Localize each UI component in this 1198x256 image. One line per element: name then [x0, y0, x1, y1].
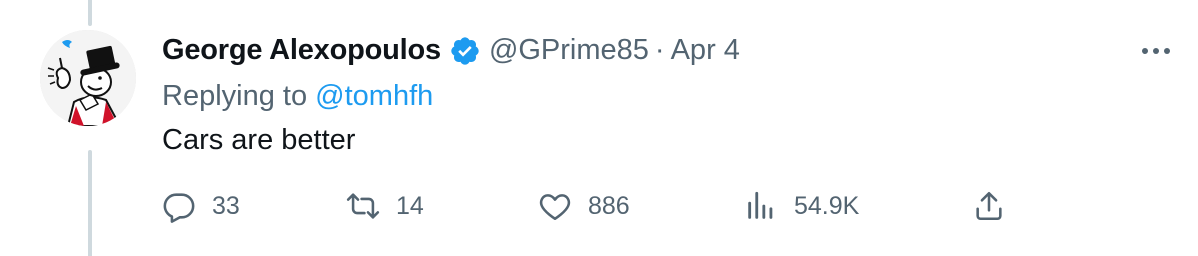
more-options-icon — [1142, 48, 1170, 54]
tweet-date[interactable]: Apr 4 — [671, 34, 740, 67]
views-button[interactable]: 54.9K — [744, 186, 859, 226]
tweet-text: Cars are better — [162, 124, 356, 156]
more-options-button[interactable] — [1138, 38, 1174, 64]
replying-to-label: Replying to — [162, 80, 308, 112]
replying-to-line: Replying to @tomhfh — [162, 80, 433, 113]
views-count: 54.9K — [794, 191, 860, 220]
retweet-count: 14 — [396, 191, 424, 220]
header-separator: · — [654, 34, 665, 66]
author-display-name[interactable]: George Alexopoulos — [162, 34, 441, 67]
thread-line-bottom — [88, 150, 92, 256]
verified-badge-icon[interactable] — [449, 35, 481, 67]
top-hat-gentleman-avatar-icon — [40, 30, 136, 126]
author-handle[interactable]: @GPrime85 — [489, 34, 649, 67]
heart-icon — [539, 194, 571, 221]
tweet-header: George Alexopoulos @GPrime85 · Apr 4 — [162, 34, 740, 67]
retweet-button[interactable]: 14 — [346, 186, 424, 226]
share-button[interactable] — [972, 186, 1006, 226]
reply-button[interactable]: 33 — [162, 186, 240, 226]
retweet-icon — [346, 193, 380, 219]
reply-mention-link[interactable]: @tomhfh — [315, 80, 433, 112]
thread-line-top — [88, 0, 92, 26]
like-count: 886 — [588, 191, 630, 220]
reply-count: 33 — [212, 191, 240, 220]
avatar[interactable] — [40, 30, 136, 126]
views-chart-icon — [748, 191, 773, 219]
like-button[interactable]: 886 — [538, 186, 630, 226]
tweet-actions: 33 14 886 54.9K — [162, 186, 1022, 226]
share-icon — [976, 191, 1002, 221]
reply-icon — [163, 193, 195, 223]
